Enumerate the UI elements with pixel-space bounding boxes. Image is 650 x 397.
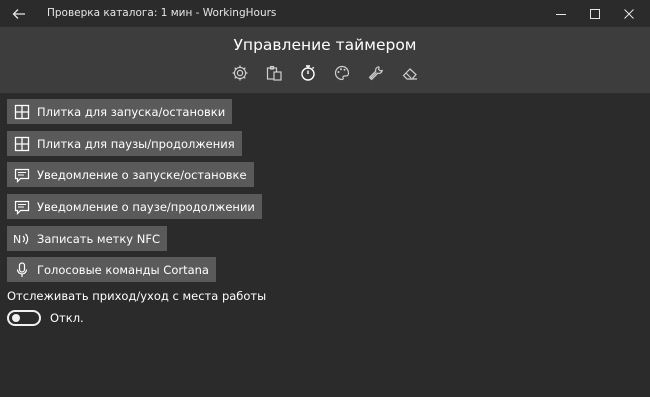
toggle-knob	[12, 314, 20, 322]
maximize-button[interactable]	[578, 0, 612, 27]
microphone-icon	[13, 261, 31, 279]
button-label: Плитка для запуска/остановки	[37, 104, 226, 119]
cortana-voice-commands-button[interactable]: Голосовые команды Cortana	[7, 257, 216, 282]
write-nfc-tag-button[interactable]: N Записать метку NFC	[7, 226, 168, 251]
tile-icon	[13, 103, 31, 121]
pause-resume-tile-button[interactable]: Плитка для паузы/продолжения	[7, 131, 242, 156]
wrench-icon	[368, 66, 383, 81]
toggle-state-label: Откл.	[50, 311, 84, 325]
toolbar	[0, 63, 650, 87]
minimize-icon	[556, 13, 566, 15]
button-label: Голосовые команды Cortana	[37, 262, 209, 277]
page-title: Управление таймером	[233, 36, 417, 54]
app-window: Проверка каталога: 1 мин - WorkingHours …	[0, 0, 650, 397]
title-bar: Проверка каталога: 1 мин - WorkingHours	[0, 0, 650, 27]
svg-text:N: N	[13, 233, 21, 246]
settings-button[interactable]	[230, 63, 250, 83]
close-icon	[624, 8, 634, 19]
main-content: Плитка для запуска/остановки Плитка для …	[0, 93, 650, 397]
notification-icon	[13, 198, 31, 216]
tile-icon	[13, 135, 31, 153]
notification-icon	[13, 166, 31, 184]
clipboard-button[interactable]	[264, 63, 284, 83]
button-label: Уведомление о паузе/продолжении	[37, 199, 255, 214]
button-label: Плитка для паузы/продолжения	[37, 136, 235, 151]
button-label: Записать метку NFC	[37, 231, 161, 246]
palette-button[interactable]	[332, 63, 352, 83]
button-label: Уведомление о запуске/остановке	[37, 167, 247, 182]
tracking-toggle[interactable]	[7, 310, 41, 326]
tools-button[interactable]	[366, 63, 386, 83]
tracking-label: Отслеживать приход/уход с места работы	[7, 289, 267, 303]
maximize-icon	[590, 8, 600, 19]
palette-icon	[334, 65, 350, 81]
page-header: Управление таймером	[0, 27, 650, 93]
timer-icon	[301, 65, 315, 81]
start-stop-notification-button[interactable]: Уведомление о запуске/остановке	[7, 162, 254, 187]
window-title: Проверка каталога: 1 мин - WorkingHours	[47, 7, 277, 19]
pause-resume-notification-button[interactable]: Уведомление о паузе/продолжении	[7, 194, 262, 219]
timer-button[interactable]	[298, 63, 318, 83]
close-button[interactable]	[612, 0, 646, 27]
minimize-button[interactable]	[544, 0, 578, 27]
back-button[interactable]	[10, 5, 28, 23]
eraser-button[interactable]	[400, 63, 420, 83]
start-stop-tile-button[interactable]: Плитка для запуска/остановки	[7, 99, 233, 124]
eraser-icon	[402, 68, 417, 80]
settings-icon	[232, 65, 248, 81]
nfc-icon: N	[13, 230, 31, 248]
clipboard-icon	[266, 65, 282, 81]
back-arrow-icon	[12, 9, 25, 19]
